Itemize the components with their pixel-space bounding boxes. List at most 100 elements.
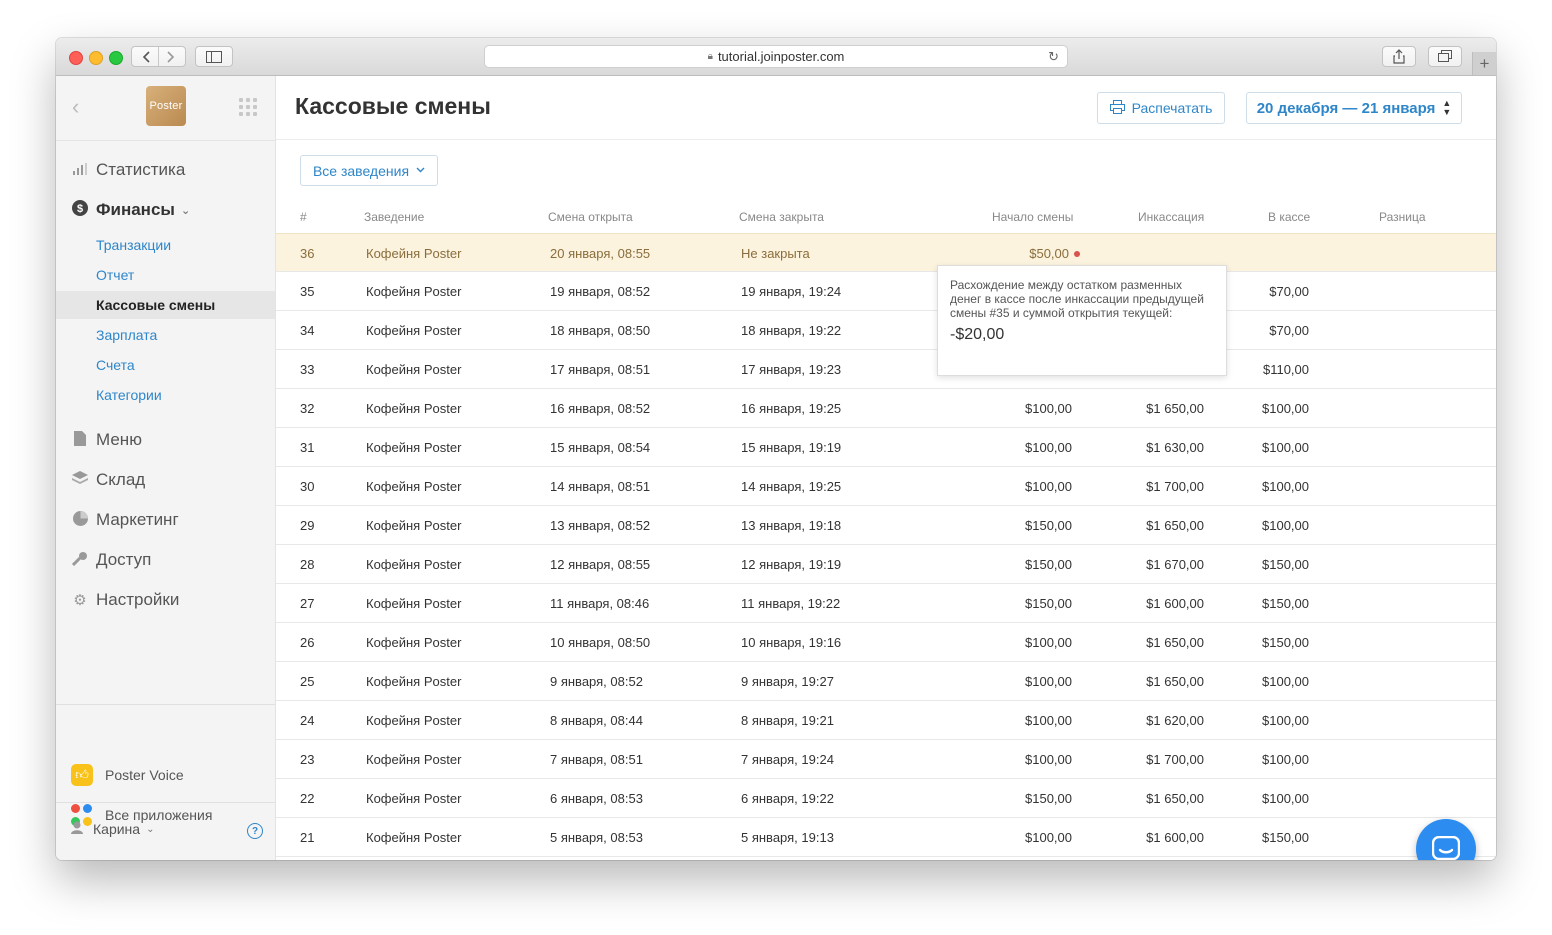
cell-start: $150,00	[1025, 596, 1072, 611]
column-header-venue[interactable]: Заведение	[364, 210, 424, 224]
table-row[interactable]: 21 Кофейня Poster 5 января, 08:53 5 января,…	[276, 818, 1496, 857]
chat-icon	[1432, 836, 1460, 860]
cell-opened: 12 января, 08:55	[550, 557, 651, 572]
column-header-difference[interactable]: Разница	[1379, 210, 1426, 224]
nav-menu-label: Меню	[96, 430, 142, 449]
nav-warehouse[interactable]: Склад	[56, 466, 275, 494]
nav-access[interactable]: Доступ	[56, 546, 275, 574]
user-menu[interactable]: Карина ⌄	[71, 821, 154, 837]
date-range-picker[interactable]: 20 декабря — 21 января ▲ ▼	[1246, 92, 1462, 124]
forward-arrow-icon[interactable]	[159, 47, 183, 66]
poster-logo[interactable]: Poster	[146, 86, 186, 126]
table-row[interactable]: 34 Кофейня Poster 18 января, 08:50 18 январ…	[276, 311, 1496, 350]
alert-dot-icon[interactable]	[1074, 251, 1080, 257]
nav-finance[interactable]: $ Финансы ⌄	[56, 196, 275, 224]
chevron-down-icon: ⌄	[180, 204, 191, 217]
minimize-window-button[interactable]	[89, 51, 103, 65]
zoom-window-button[interactable]	[109, 51, 123, 65]
column-header-closed[interactable]: Смена закрыта	[739, 210, 824, 224]
cell-cash: $70,00	[1269, 284, 1309, 299]
cell-cash: $150,00	[1262, 596, 1309, 611]
tooltip-value: -$20,00	[950, 326, 1005, 343]
close-window-button[interactable]	[69, 51, 83, 65]
address-bar[interactable]: 🔒︎ tutorial.joinposter.com ↻	[484, 45, 1068, 68]
cell-collection: $1 650,00	[1146, 518, 1204, 533]
table-row[interactable]: 36 Кофейня Poster 20 января, 08:55 Не закры…	[276, 233, 1496, 272]
cell-cash: $100,00	[1262, 440, 1309, 455]
new-tab-icon[interactable]: +	[1472, 52, 1496, 75]
history-nav	[131, 46, 186, 67]
nav-settings[interactable]: ⚙︎ Настройки	[56, 586, 275, 614]
printer-icon	[1109, 99, 1125, 117]
table-row[interactable]: 28 Кофейня Poster 12 января, 08:55 12 январ…	[276, 545, 1496, 584]
cell-start: $100,00	[1025, 674, 1072, 689]
nav-statistics-label: Статистика	[96, 160, 186, 179]
table-row[interactable]: 24 Кофейня Poster 8 января, 08:44 8 января,…	[276, 701, 1496, 740]
cell-opened: 15 января, 08:54	[550, 440, 651, 455]
cell-closed: 15 января, 19:19	[741, 440, 842, 455]
sidebar-item-salary[interactable]: Зарплата	[56, 321, 275, 349]
cell-opened: 9 января, 08:52	[550, 674, 643, 689]
column-header-cash[interactable]: В кассе	[1268, 210, 1310, 224]
tabs-overview-icon[interactable]	[1428, 46, 1462, 67]
difference-tooltip: Расхождение между остатком разменных ден…	[937, 265, 1227, 376]
cell-cash: $100,00	[1262, 674, 1309, 689]
sidebar-item-accounts[interactable]: Счета	[56, 351, 275, 379]
table-row[interactable]: 25 Кофейня Poster 9 января, 08:52 9 января,…	[276, 662, 1496, 701]
print-button[interactable]: Распечатать	[1097, 92, 1225, 124]
column-header-collection[interactable]: Инкассация	[1138, 210, 1204, 224]
column-header-id[interactable]: #	[300, 210, 307, 224]
table-row[interactable]: 35 Кофейня Poster 19 января, 08:52 19 январ…	[276, 272, 1496, 311]
table-row[interactable]: 33 Кофейня Poster 17 января, 08:51 17 январ…	[276, 350, 1496, 389]
date-range-label: 20 декабря — 21 января	[1256, 99, 1436, 117]
app-poster-voice[interactable]: 👍︎ Poster Voice	[71, 763, 184, 787]
sidebar-item-categories[interactable]: Категории	[56, 381, 275, 409]
cell-venue: Кофейня Poster	[366, 362, 462, 377]
nav-statistics[interactable]: Статистика	[56, 156, 275, 184]
cell-venue: Кофейня Poster	[366, 401, 462, 416]
help-icon[interactable]: ?	[247, 823, 263, 839]
cell-start: $150,00	[1025, 518, 1072, 533]
table-row[interactable]: 22 Кофейня Poster 6 января, 08:53 6 января,…	[276, 779, 1496, 818]
table-row[interactable]: 30 Кофейня Poster 14 января, 08:51 14 январ…	[276, 467, 1496, 506]
layers-icon	[71, 471, 89, 489]
cell-collection: $1 650,00	[1146, 401, 1204, 416]
page-title: Кассовые смены	[295, 93, 491, 119]
cell-id: 35	[300, 284, 315, 299]
table-row[interactable]: 27 Кофейня Poster 11 января, 08:46 11 январ…	[276, 584, 1496, 623]
cell-id: 32	[300, 401, 315, 416]
back-arrow-icon[interactable]	[134, 47, 158, 66]
sidebar-toggle-icon[interactable]	[195, 46, 233, 67]
collapse-sidebar-icon[interactable]: ‹	[72, 94, 79, 120]
nav-menu[interactable]: Меню	[56, 426, 275, 454]
table-row[interactable]: 23 Кофейня Poster 7 января, 08:51 7 января,…	[276, 740, 1496, 779]
cell-venue: Кофейня Poster	[366, 284, 462, 299]
dollar-circle-icon: $	[71, 200, 89, 220]
cell-opened: 17 января, 08:51	[550, 362, 651, 377]
cell-cash: $100,00	[1262, 401, 1309, 416]
table-row[interactable]: 31 Кофейня Poster 15 января, 08:54 15 январ…	[276, 428, 1496, 467]
sidebar-item-transactions[interactable]: Транзакции	[56, 231, 275, 259]
sidebar-item-report[interactable]: Отчет	[56, 261, 275, 289]
cell-opened: 11 января, 08:46	[550, 596, 650, 611]
nav-marketing-label: Маркетинг	[96, 510, 179, 529]
table-row[interactable]: 32 Кофейня Poster 16 января, 08:52 16 январ…	[276, 389, 1496, 428]
sort-arrows-icon: ▲ ▼	[1442, 98, 1452, 117]
sidebar-item-cash-shifts[interactable]: Кассовые смены	[56, 291, 275, 319]
sidebar-footer-divider	[56, 802, 275, 803]
column-header-start[interactable]: Начало смены	[992, 210, 1073, 224]
apps-grid-icon[interactable]	[239, 98, 257, 116]
venue-filter-dropdown[interactable]: Все заведения	[300, 155, 438, 186]
table-row[interactable]: 26 Кофейня Poster 10 января, 08:50 10 январ…	[276, 623, 1496, 662]
cell-closed: 5 января, 19:13	[741, 830, 834, 845]
column-header-opened[interactable]: Смена открыта	[548, 210, 633, 224]
document-icon	[71, 430, 89, 450]
reload-icon[interactable]: ↻	[1048, 49, 1059, 65]
table-row[interactable]: 29 Кофейня Poster 13 января, 08:52 13 январ…	[276, 506, 1496, 545]
cell-id: 27	[300, 596, 315, 611]
cell-id: 33	[300, 362, 315, 377]
nav-marketing[interactable]: Маркетинг	[56, 506, 275, 534]
cell-opened: 16 января, 08:52	[550, 401, 651, 416]
share-icon[interactable]	[1382, 46, 1416, 67]
cell-cash: $100,00	[1262, 713, 1309, 728]
